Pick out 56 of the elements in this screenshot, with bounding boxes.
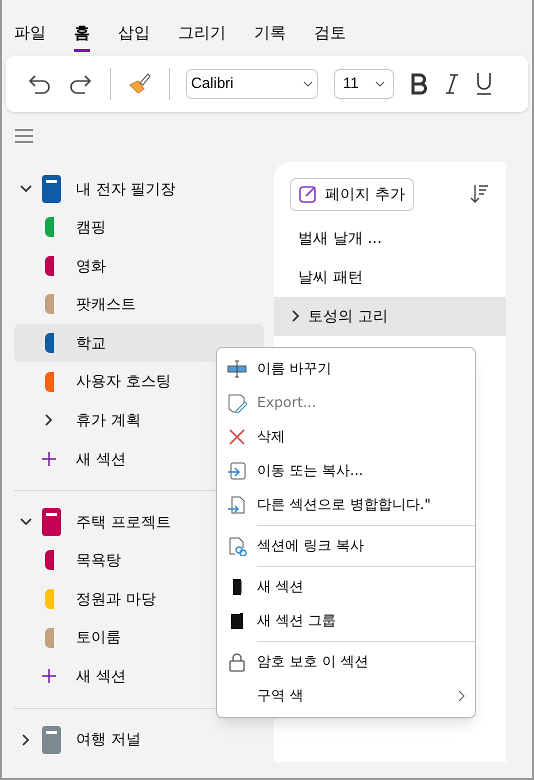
plus-icon[interactable]: [42, 669, 56, 684]
section-name[interactable]: 사용자 호스팅: [76, 370, 171, 393]
menu-icon[interactable]: [14, 128, 34, 144]
ribbon-tab[interactable]: 파일: [14, 21, 46, 52]
menu-item[interactable]: 새 섹션 그룹: [217, 604, 475, 638]
ribbon-tab[interactable]: 그리기: [178, 21, 226, 52]
italic-icon[interactable]: [444, 73, 460, 95]
menu-item[interactable]: 삭제: [217, 420, 475, 454]
export-icon: [227, 393, 247, 413]
section-name[interactable]: 학교: [76, 332, 106, 354]
chevron-down-icon: [375, 81, 385, 87]
notebook-name[interactable]: 주택 프로젝트: [76, 510, 171, 534]
section-name[interactable]: 휴가 계획: [76, 409, 141, 432]
menu-item[interactable]: 섹션에 링크 복사: [217, 529, 475, 563]
section-name[interactable]: 영화: [76, 254, 106, 278]
chevron-right-icon[interactable]: [22, 734, 30, 746]
ribbon-tab[interactable]: 기록: [254, 21, 286, 52]
move-icon: [227, 461, 247, 481]
close-icon: [227, 427, 247, 447]
section-name[interactable]: 새 섹션: [76, 664, 126, 688]
merge-icon: [227, 495, 247, 515]
notebook-name[interactable]: 여행 저널: [76, 728, 141, 751]
menu-item[interactable]: 암호 보호 이 섹션: [217, 645, 475, 679]
notebook-name[interactable]: 내 전자 필기장: [76, 178, 176, 200]
ribbon-tab[interactable]: 검토: [314, 21, 346, 52]
plus-icon[interactable]: [42, 452, 56, 466]
page-title[interactable]: 날씨 패턴: [298, 266, 363, 288]
menu-item[interactable]: 다른 섹션으로 병합합니다.": [217, 488, 475, 522]
sort-icon[interactable]: [468, 183, 490, 206]
font-size-dropdown[interactable]: 11: [334, 69, 394, 99]
section-name[interactable]: 토이룸: [76, 626, 121, 649]
chevron-right-icon[interactable]: [292, 310, 300, 322]
chevron-right-icon[interactable]: [45, 414, 53, 426]
section-name[interactable]: 팟캐스트: [76, 293, 136, 316]
section-name[interactable]: 새 섹션: [76, 448, 126, 470]
ribbon-tab[interactable]: 홈: [74, 21, 90, 52]
lock-icon: [227, 652, 247, 672]
bold-icon[interactable]: [410, 73, 428, 95]
chevron-down-icon[interactable]: [20, 185, 32, 193]
rename-icon: [227, 359, 247, 379]
chevron-down-icon: [303, 81, 313, 87]
font-name-dropdown[interactable]: Calibri: [186, 69, 318, 99]
underline-icon[interactable]: [476, 72, 492, 96]
new-page-icon: [299, 185, 317, 204]
section-name[interactable]: 캠핑: [76, 216, 106, 239]
menu-item[interactable]: 구역 색: [217, 679, 475, 713]
page-title[interactable]: 벌새 날개 ...: [298, 226, 382, 250]
section-row[interactable]: 학교: [14, 324, 264, 362]
menu-item[interactable]: 이동 또는 복사...: [217, 454, 475, 488]
menu-item[interactable]: 새 섹션: [217, 570, 475, 604]
section-name[interactable]: 목욕탕: [76, 549, 121, 572]
ribbon-tab[interactable]: 삽입: [118, 21, 150, 52]
chevron-down-icon[interactable]: [20, 518, 32, 526]
section-name[interactable]: 정원과 마당: [76, 588, 156, 610]
link-icon: [227, 536, 247, 556]
add-page-button[interactable]: 페이지 추가: [290, 178, 414, 210]
